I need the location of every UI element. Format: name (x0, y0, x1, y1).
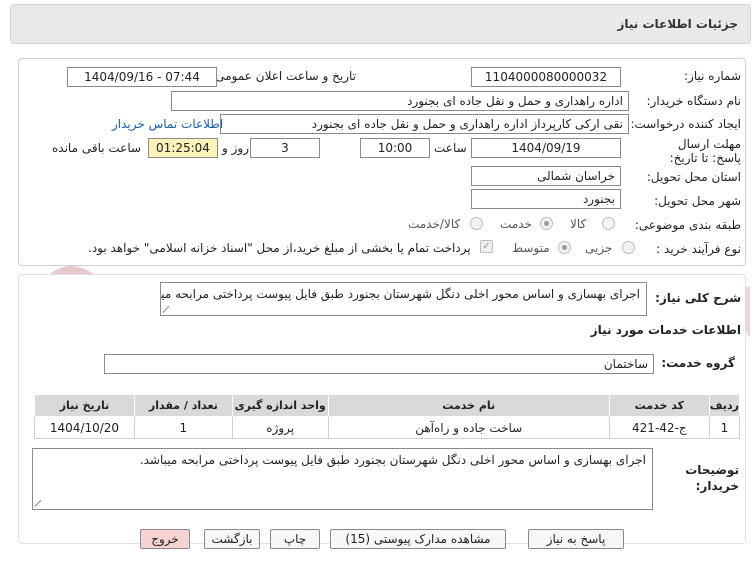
process-medium-label: متوسط (512, 241, 550, 255)
description-textarea[interactable]: اجرای بهسازی و اساس محور اخلی دنگل شهرست… (160, 282, 647, 316)
category-label: طبقه بندی موضوعی: (634, 218, 741, 232)
services-table: ردیف کد خدمت نام خدمت واحد اندازه گیری ت… (34, 394, 741, 439)
city-label: شهر محل تحویل: (654, 194, 741, 208)
requester-label: ایجاد کننده درخواست: (630, 117, 741, 131)
need-info-panel (18, 58, 746, 266)
back-button[interactable]: بازگشت (204, 529, 260, 549)
exit-button[interactable]: خروج (140, 529, 190, 549)
treasury-payment-note: پرداخت تمام یا بخشی از مبلغ خرید،از محل … (88, 241, 471, 255)
description-text: اجرای بهسازی و اساس محور اخلی دنگل شهرست… (160, 287, 640, 301)
resize-handle-icon[interactable] (163, 305, 171, 313)
cell-need-date: 1404/10/20 (34, 416, 135, 439)
remaining-time-field: 01:25:04 (148, 138, 218, 158)
deadline-time-field: 10:00 (360, 138, 430, 158)
col-need-date: تاریخ نیاز (34, 394, 135, 417)
page-title: جزئیات اطلاعات نیاز (617, 17, 738, 31)
cell-row: 1 (708, 416, 741, 439)
description-label: شرح کلی نیاز: (655, 291, 741, 305)
category-service-label: خدمت (500, 217, 532, 231)
province-field: خراسان شمالی (471, 166, 621, 186)
province-label: استان محل تحویل: (646, 170, 741, 184)
buyer-org-label: نام دستگاه خریدار: (646, 94, 742, 108)
cell-quantity: 1 (133, 416, 233, 439)
category-service-radio[interactable] (540, 217, 553, 230)
cell-service-name: ساخت جاده و راه‌آهن (327, 416, 610, 439)
category-goods-radio[interactable] (602, 217, 615, 230)
col-quantity: تعداد / مقدار (133, 394, 233, 417)
view-attachments-button[interactable]: مشاهده مدارک پیوستی (15) (330, 529, 506, 549)
service-group-field: ساختمان (104, 354, 654, 374)
buyer-notes-label: توضیحات خریدار: (685, 463, 739, 493)
days-label: روز و (222, 141, 249, 155)
process-medium-radio[interactable] (558, 241, 571, 254)
cell-service-code: ج-42-421 (608, 416, 710, 439)
print-button[interactable]: چاپ (270, 529, 320, 549)
category-goods-service-label: کالا/خدمت (408, 217, 461, 231)
table-row[interactable]: 1 ج-42-421 ساخت جاده و راه‌آهن پروژه 1 1… (34, 416, 741, 439)
table-header-row: ردیف کد خدمت نام خدمت واحد اندازه گیری ت… (34, 394, 741, 417)
announce-date-field: 1404/09/16 - 07:44 (67, 67, 217, 87)
buyer-contact-link[interactable]: اطلاعات تماس خریدار (112, 117, 223, 131)
process-type-label: نوع فرآیند خرید : (656, 242, 741, 256)
buyer-notes-text: اجرای بهسازی و اساس محور اخلی دنگل شهرست… (139, 453, 646, 467)
col-unit: واحد اندازه گیری (231, 394, 329, 417)
reply-button[interactable]: پاسخ به نیاز (528, 529, 624, 549)
category-goods-service-radio[interactable] (470, 217, 483, 230)
col-service-code: کد خدمت (608, 394, 710, 417)
services-section-title: اطلاعات خدمات مورد نیاز (590, 323, 741, 337)
col-row: ردیف (708, 394, 741, 417)
page-header: جزئیات اطلاعات نیاز (10, 4, 751, 44)
need-number-label: شماره نیاز: (684, 69, 741, 83)
announce-date-label: تاریخ و ساعت اعلان عمومی: (211, 69, 356, 83)
treasury-payment-checkbox[interactable]: ✓ (480, 240, 493, 253)
remaining-time-label: ساعت باقی مانده (52, 141, 142, 155)
cell-unit: پروژه (231, 416, 329, 439)
city-field: بجنورد (471, 189, 621, 209)
service-group-label: گروه خدمت: (661, 356, 735, 370)
buyer-notes-textarea[interactable]: اجرای بهسازی و اساس محور اخلی دنگل شهرست… (32, 448, 653, 510)
days-remaining-field: 3 (250, 138, 320, 158)
deadline-label: مهلت ارسال پاسخ: تا تاریخ: (669, 137, 741, 165)
deadline-date-field: 1404/09/19 (471, 138, 621, 158)
category-goods-label: کالا (570, 217, 587, 231)
process-minor-radio[interactable] (622, 241, 635, 254)
resize-handle-icon[interactable] (35, 499, 43, 507)
buyer-org-field: اداره راهداری و حمل و نقل جاده ای بجنورد (171, 91, 629, 111)
deadline-time-label: ساعت (434, 141, 467, 155)
requester-field: نقی ارکی کارپرداز اداره راهداری و حمل و … (220, 114, 629, 134)
col-service-name: نام خدمت (327, 394, 610, 417)
process-minor-label: جزیی (585, 241, 613, 255)
need-number-field: 1104000080000032 (471, 67, 621, 87)
